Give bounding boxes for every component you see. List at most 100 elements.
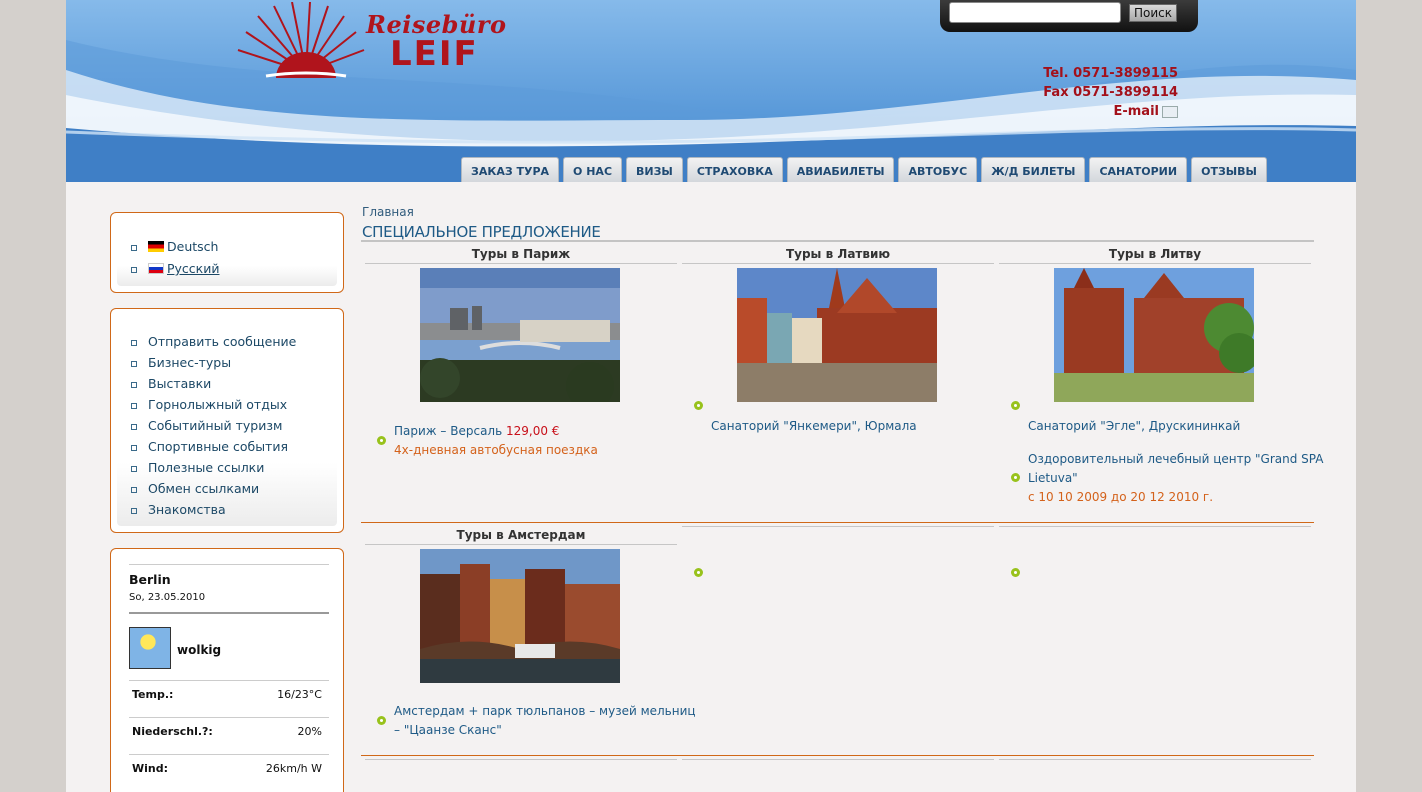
site-logo[interactable]: Reisebüro LEIF — [236, 2, 506, 86]
nav-tab-order-tour[interactable]: ЗАКАЗ ТУРА — [461, 157, 560, 182]
language-label: Русский — [167, 261, 220, 276]
sidebar-item-business-tours[interactable]: Бизнес-туры — [131, 355, 231, 370]
offer-link-grand-spa-cont[interactable]: Lietuva" — [1028, 471, 1078, 485]
divider — [129, 564, 329, 565]
nav-tab-about[interactable]: О НАС — [563, 157, 623, 182]
nav-tab-reviews[interactable]: ОТЗЫВЫ — [1191, 157, 1267, 182]
offer-link-amsterdam-cont[interactable]: – "Цаанзе Сканс" — [394, 723, 502, 737]
sidebar-item-label: Отправить сообщение — [148, 334, 297, 349]
divider — [365, 263, 677, 264]
offer-link-jaunkemeri[interactable]: Санаторий "Янкемери", Юрмала — [711, 419, 917, 433]
amsterdam-photo[interactable] — [420, 549, 620, 683]
offer-title[interactable]: Туры в Латвию — [682, 247, 994, 261]
partly-cloudy-icon — [129, 627, 171, 669]
divider — [682, 263, 994, 264]
divider — [365, 759, 677, 760]
weather-temp-value: 16/23°C — [277, 688, 322, 701]
sidebar-item-send-message[interactable]: Отправить сообщение — [131, 334, 296, 349]
nav-tab-flights[interactable]: АВИАБИЛЕТЫ — [786, 157, 895, 182]
nav-tab-sanatoriums[interactable]: САНАТОРИИ — [1089, 157, 1188, 182]
header: Reisebüro LEIF Поиск Tel. 0571-3899115 F… — [66, 0, 1356, 182]
sidebar-menu: Отправить сообщение Бизнес-туры Выставки… — [110, 308, 344, 533]
sidebar-item-dating[interactable]: Знакомства — [131, 502, 226, 517]
bullet-icon — [1011, 473, 1020, 482]
sidebar-item-label: Полезные ссылки — [148, 460, 265, 475]
sun-logo-icon — [237, 2, 365, 78]
weather-widget: Berlin So, 23.05.2010 wolkig Temp.: 16/2… — [110, 548, 344, 792]
bullet-square-icon — [131, 465, 137, 472]
offer-subtitle: с 10 10 2009 до 20 12 2010 г. — [1028, 490, 1214, 504]
offer-price: 129,00 € — [505, 424, 560, 438]
sidebar-item-sport-events[interactable]: Спортивные события — [131, 439, 288, 454]
sidebar-item-ski[interactable]: Горнолыжный отдых — [131, 397, 287, 412]
bullet-square-icon — [131, 266, 137, 273]
offer-link-grand-spa[interactable]: Оздоровительный лечебный центр "Grand SP… — [1028, 452, 1323, 466]
row-divider — [361, 522, 1314, 523]
title-divider — [361, 240, 1314, 242]
weather-city: Berlin — [129, 572, 171, 587]
divider — [129, 612, 329, 614]
sidebar-item-label: Спортивные события — [148, 439, 288, 454]
offer-title[interactable]: Туры в Амстердам — [365, 528, 677, 542]
language-label: Deutsch — [167, 239, 219, 254]
divider — [999, 759, 1311, 760]
sidebar-item-exhibitions[interactable]: Выставки — [131, 376, 211, 391]
bullet-square-icon — [131, 486, 137, 493]
sidebar-item-useful-links[interactable]: Полезные ссылки — [131, 460, 264, 475]
bullet-icon — [377, 436, 386, 445]
language-item-russian[interactable]: Русский — [131, 261, 219, 276]
nav-tab-insurance[interactable]: СТРАХОВКА — [686, 157, 783, 182]
weather-condition: wolkig — [177, 643, 222, 657]
weather-precip-label: Niederschl.?: — [132, 725, 213, 738]
weather-date: So, 23.05.2010 — [129, 592, 206, 603]
row-divider — [361, 755, 1314, 756]
nav-tab-train[interactable]: Ж/Д БИЛЕТЫ — [981, 157, 1086, 182]
de-flag-icon — [148, 241, 164, 252]
bullet-square-icon — [131, 244, 137, 251]
search-input[interactable] — [949, 2, 1121, 23]
bullet-icon — [694, 401, 703, 410]
nav-tab-visas[interactable]: ВИЗЫ — [626, 157, 683, 182]
offer-link-text: Париж – Версаль — [394, 424, 506, 438]
bullet-square-icon — [131, 360, 137, 367]
email-label: E-mail — [1113, 104, 1159, 119]
ru-flag-icon — [148, 263, 164, 274]
search-button[interactable]: Поиск — [1129, 4, 1177, 22]
main-nav: ЗАКАЗ ТУРА О НАС ВИЗЫ СТРАХОВКА АВИАБИЛЕ… — [461, 157, 1267, 182]
paris-photo[interactable] — [420, 268, 620, 402]
offer-link-egle[interactable]: Санаторий "Эгле", Друскининкай — [1028, 419, 1240, 433]
sidebar-item-link-exchange[interactable]: Обмен ссылками — [131, 481, 259, 496]
contact-info: Tel. 0571-3899115 Fax 0571-3899114 E-mai… — [1043, 64, 1178, 121]
page-title: СПЕЦИАЛЬНОЕ ПРЕДЛОЖЕНИЕ — [362, 223, 601, 241]
sidebar-item-label: Обмен ссылками — [148, 481, 260, 496]
bullet-icon — [1011, 401, 1020, 410]
sidebar-item-label: Бизнес-туры — [148, 355, 232, 370]
language-item-deutsch[interactable]: Deutsch — [131, 239, 218, 254]
sidebar-item-event-tourism[interactable]: Событийный туризм — [131, 418, 282, 433]
divider — [682, 759, 994, 760]
weather-wind-label: Wind: — [132, 762, 169, 775]
bullet-square-icon — [131, 381, 137, 388]
offer-link-paris-versailles[interactable]: Париж – Версаль 129,00 € — [394, 424, 559, 438]
phone-number: Tel. 0571-3899115 — [1043, 66, 1178, 81]
breadcrumb[interactable]: Главная — [362, 205, 414, 219]
divider — [129, 680, 329, 681]
search-box: Поиск — [940, 0, 1198, 32]
language-box: Deutsch Русский — [110, 212, 344, 293]
divider — [129, 717, 329, 718]
weather-temp-label: Temp.: — [132, 688, 174, 701]
nav-tab-bus[interactable]: АВТОБУС — [898, 157, 978, 182]
vilnius-photo[interactable] — [1054, 268, 1254, 402]
bullet-square-icon — [131, 339, 137, 346]
sidebar-item-label: Знакомства — [148, 502, 226, 517]
email-link[interactable]: E-mail — [1043, 102, 1178, 121]
logo-name-text: LEIF — [390, 34, 479, 74]
offer-link-amsterdam-tulips[interactable]: Амстердам + парк тюльпанов – музей мельн… — [394, 704, 696, 718]
bullet-square-icon — [131, 444, 137, 451]
divider — [682, 526, 994, 527]
riga-photo[interactable] — [737, 268, 937, 402]
offer-subtitle: 4х-дневная автобусная поездка — [394, 443, 598, 457]
bullet-square-icon — [131, 507, 137, 514]
offer-title[interactable]: Туры в Париж — [365, 247, 677, 261]
offer-title[interactable]: Туры в Литву — [999, 247, 1311, 261]
